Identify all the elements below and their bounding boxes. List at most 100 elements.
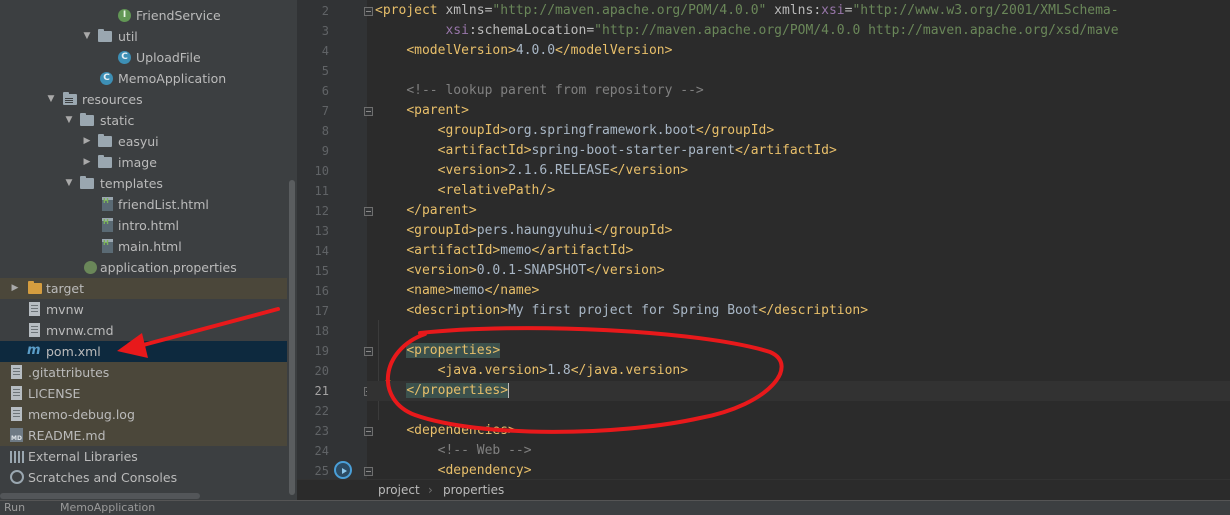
interface-icon: I [118,9,131,22]
chevron-right-icon[interactable]: ▶ [82,131,92,152]
chevron-down-icon[interactable]: ▼ [64,173,74,194]
tree-item-resources[interactable]: ▼ resources [0,89,287,110]
tree-item-easyui[interactable]: ▶ easyui [0,131,287,152]
chevron-right-icon[interactable]: ▶ [82,152,92,173]
code-token: My first project for Spring Boot [508,303,759,318]
code-token: </version> [586,263,665,278]
chevron-down-icon[interactable]: ▼ [46,89,56,110]
tree-item-friendservice[interactable]: I FriendService [0,5,287,26]
markdown-icon: MD [10,428,23,442]
tree-item-templates[interactable]: ▼ templates [0,173,287,194]
text-caret [508,383,510,398]
code-token: <parent> [406,103,469,118]
line-number: 10 [314,164,329,178]
chevron-right-icon[interactable]: ▶ [10,278,20,299]
code-token: <!-- lookup parent from repository --> [406,83,704,98]
run-tab-memoapplication[interactable]: MemoApplication [60,502,155,514]
line-number: 12 [314,204,329,218]
line-number: 7 [321,104,329,118]
tree-item-memoapplication[interactable]: C MemoApplication [0,68,287,89]
folder-icon [80,113,94,126]
line-number: 5 [321,64,329,78]
breadcrumb-item-project[interactable]: project [378,480,420,501]
code-token: </artifactId> [531,243,634,258]
code-token: </artifactId> [735,143,837,158]
run-label[interactable]: Run [4,502,25,514]
code-token: "http://maven.apache.org/POM/4.0.0" [492,3,767,18]
tree-item-image[interactable]: ▶ image [0,152,287,173]
code-editor[interactable]: <project xmlns="http://maven.apache.org/… [367,0,1230,479]
line-number: 13 [314,224,329,238]
code-token: <dependency> [437,463,532,478]
code-token: xsi [445,23,469,38]
code-token: </name> [484,283,540,298]
tree-item-static[interactable]: ▼ static [0,110,287,131]
code-token: "http://maven.apache.org/POM/4.0.0 http:… [594,23,1119,38]
tree-item-pom-xml[interactable]: m pom.xml [0,341,287,362]
code-line: <dependency> [367,461,532,479]
file-icon [11,407,22,421]
code-token: memo [453,283,485,298]
tree-horizontal-scrollbar[interactable] [0,493,200,499]
code-line: </properties> [367,381,1230,401]
maven-icon: m [27,343,41,358]
scratches-icon [10,470,24,484]
code-line: <version>2.1.6.RELEASE</version> [367,161,688,181]
code-token: <!-- Web --> [437,443,532,458]
line-number: 20 [314,364,329,378]
tree-item-intro-html[interactable]: intro.html [0,212,287,236]
code-token: </java.version> [570,363,689,378]
code-token: :schemaLocation= [468,23,595,38]
tree-item-memo-debug-log[interactable]: memo-debug.log [0,404,287,425]
tree-item-main-html[interactable]: main.html [0,233,287,257]
breadcrumb-item-properties[interactable]: properties [443,480,504,501]
tree-item-util[interactable]: ▼ util [0,26,287,47]
chevron-down-icon[interactable]: ▼ [64,110,74,131]
tree-item-mvnw-cmd[interactable]: mvnw.cmd [0,320,287,341]
properties-file-icon [84,261,97,274]
line-number: 4 [321,44,329,58]
tree-item-license[interactable]: LICENSE [0,383,287,404]
breadcrumb-separator: › [428,483,433,497]
code-line: <relativePath/> [367,181,555,201]
line-number: 14 [314,244,329,258]
tree-item-external-libraries[interactable]: External Libraries [0,446,287,467]
tree-item-readme-md[interactable]: MD README.md [0,425,287,446]
code-token: </modelVersion> [555,43,673,58]
spring-bean-icon[interactable] [334,461,352,479]
code-token: pers.haungyuhui [476,223,595,238]
code-token: <dependencies> [406,423,516,438]
tree-item-gitattributes[interactable]: .gitattributes [0,362,287,383]
folder-icon [98,155,112,168]
tree-item-mvnw[interactable]: mvnw [0,299,287,320]
code-line: <!-- lookup parent from repository --> [367,81,704,101]
tree-item-application-properties[interactable]: application.properties [0,257,287,278]
tree-item-target[interactable]: ▶ target [0,278,287,299]
line-number: 9 [321,144,329,158]
line-number: 2 [321,4,329,18]
file-icon [11,386,22,400]
line-number: 8 [321,124,329,138]
code-token: 4.0.0 [515,43,556,58]
chevron-down-icon[interactable]: ▼ [82,26,92,47]
tree-item-uploadfile[interactable]: C UploadFile [0,47,287,68]
code-token: <artifactId> [406,243,501,258]
code-line: xsi:schemaLocation="http://maven.apache.… [367,21,1119,41]
code-token: 2.1.6.RELEASE [508,163,610,178]
code-token: 1.8 [547,363,571,378]
line-number: 16 [314,284,329,298]
tree-item-scratches[interactable]: Scratches and Consoles [0,467,287,488]
tree-item-friendlist-html[interactable]: friendList.html [0,191,287,215]
tree-scrollbar-thumb[interactable] [289,180,295,495]
code-line: <java.version>1.8</java.version> [367,361,688,381]
